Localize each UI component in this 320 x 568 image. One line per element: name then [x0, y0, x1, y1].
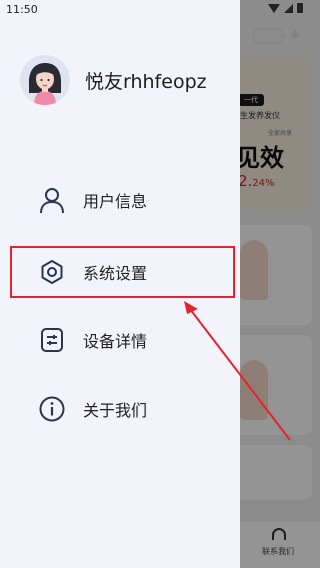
- gear-icon: [37, 257, 67, 287]
- menu-item-about-us[interactable]: 关于我们: [10, 383, 235, 435]
- menu-label-about-us: 关于我们: [83, 401, 148, 420]
- avatar-illustration: [20, 55, 70, 105]
- status-bar: 11:50: [0, 0, 320, 20]
- menu-label-user-info: 用户信息: [83, 192, 148, 211]
- status-time: 11:50: [6, 3, 38, 16]
- battery-icon: [297, 3, 303, 13]
- avatar[interactable]: [20, 55, 70, 105]
- menu-label-device-details: 设备详情: [83, 332, 148, 351]
- wifi-icon: [268, 3, 280, 13]
- menu-item-user-info[interactable]: 用户信息: [10, 174, 235, 226]
- menu-item-device-details[interactable]: 设备详情: [10, 314, 235, 366]
- person-icon: [37, 185, 67, 215]
- menu-item-system-settings[interactable]: 系统设置: [10, 246, 235, 298]
- username: 悦友rhhfeopz: [85, 70, 207, 93]
- info-icon: [37, 394, 67, 424]
- signal-icon: [284, 3, 293, 13]
- device-icon: [37, 325, 67, 355]
- status-icons: [268, 3, 303, 13]
- user-profile[interactable]: 悦友rhhfeopz: [20, 53, 230, 107]
- navigation-drawer: 悦友rhhfeopz 用户信息 系统设置 设备详情 关于我们: [0, 0, 240, 568]
- menu-label-system-settings: 系统设置: [83, 264, 148, 283]
